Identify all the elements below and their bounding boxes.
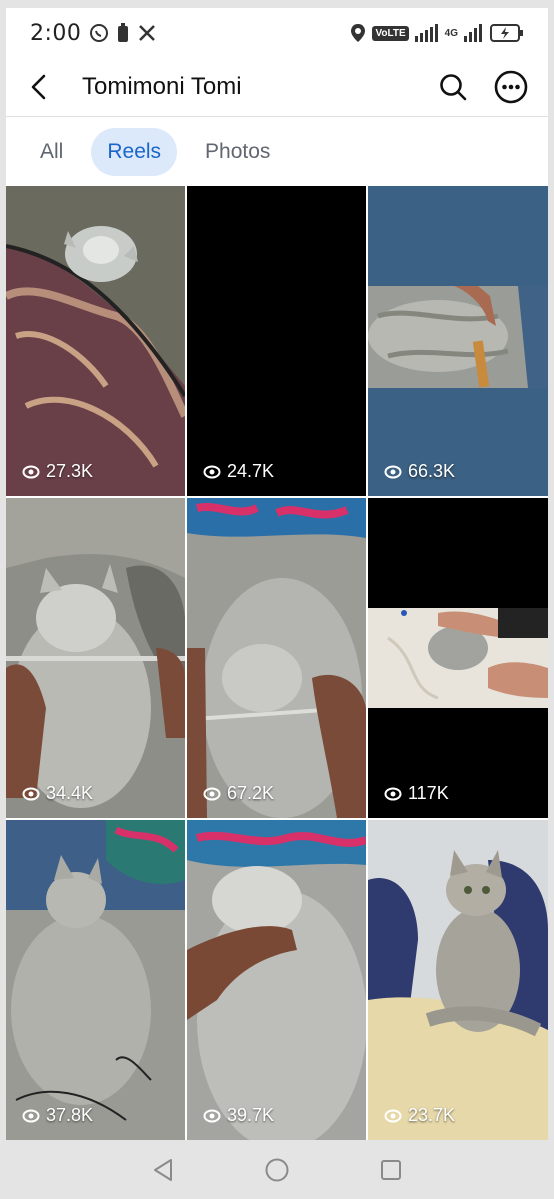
- reel-thumbnail[interactable]: 37.8K: [6, 820, 185, 1140]
- search-button[interactable]: [424, 58, 482, 116]
- reel-thumbnail[interactable]: 24.7K: [187, 186, 366, 496]
- reel-thumbnail[interactable]: 67.2K: [187, 498, 366, 818]
- view-count-label: 67.2K: [227, 783, 275, 803]
- view-count: 37.8K: [22, 1105, 93, 1126]
- view-count-label: 117K: [408, 783, 449, 803]
- whatsapp-icon: [89, 23, 109, 43]
- reel-thumbnail[interactable]: 39.7K: [187, 820, 366, 1140]
- battery-charging-icon: [490, 24, 524, 42]
- volte-badge: VoLTE: [372, 25, 409, 41]
- view-count: 39.7K: [203, 1105, 274, 1126]
- eye-icon: [22, 465, 40, 478]
- tab-all[interactable]: All: [24, 128, 79, 176]
- location-icon: [350, 23, 366, 43]
- nav-back-button[interactable]: [143, 1150, 183, 1190]
- view-count-label: 24.7K: [227, 461, 275, 481]
- view-count: 66.3K: [384, 461, 455, 482]
- reels-grid: 27.3K 24.7K 66.3K 34.4K 67.2K 117K 37.8K…: [6, 186, 548, 1140]
- view-count-label: 27.3K: [46, 461, 94, 481]
- nav-recents-icon: [381, 1159, 401, 1180]
- view-count: 24.7K: [203, 461, 274, 482]
- network-type: 4G: [444, 27, 458, 39]
- reel-image: [368, 498, 548, 818]
- eye-icon: [384, 1109, 402, 1122]
- reel-image: [368, 820, 548, 1140]
- reel-image: [368, 186, 548, 496]
- reel-image: [6, 498, 185, 818]
- reel-image: [187, 498, 366, 818]
- view-count-label: 37.8K: [46, 1105, 94, 1125]
- eye-icon: [203, 465, 221, 478]
- nav-recents-button[interactable]: [371, 1150, 411, 1190]
- eye-icon: [203, 1109, 221, 1122]
- system-nav-bar: [6, 1140, 548, 1199]
- signal-icon: [464, 24, 484, 42]
- tab-photos[interactable]: Photos: [189, 128, 286, 176]
- reel-thumbnail[interactable]: 27.3K: [6, 186, 185, 496]
- view-count: 23.7K: [384, 1105, 455, 1126]
- tab-reels[interactable]: Reels: [91, 127, 178, 176]
- signal-icon: [414, 24, 439, 42]
- reel-thumbnail[interactable]: 117K: [368, 498, 548, 818]
- view-count-label: 23.7K: [408, 1105, 456, 1125]
- view-count: 34.4K: [22, 783, 93, 804]
- eye-icon: [384, 787, 402, 800]
- page-title: Tomimoni Tomi: [82, 73, 242, 100]
- more-options-icon: [494, 70, 528, 104]
- eye-icon: [22, 787, 40, 800]
- nav-home-button[interactable]: [257, 1150, 297, 1190]
- status-time: 2:00: [30, 20, 82, 46]
- view-count-label: 66.3K: [408, 461, 456, 481]
- reel-thumbnail[interactable]: 34.4K: [6, 498, 185, 818]
- view-count-label: 39.7K: [227, 1105, 275, 1125]
- view-count: 27.3K: [22, 461, 93, 482]
- nav-home-icon: [265, 1158, 289, 1181]
- screen: 2:00 VoLTE 4G Tomimoni Tomi All Reels Ph…: [0, 0, 554, 1199]
- filter-tabs: All Reels Photos: [6, 117, 548, 186]
- reel-image: [6, 820, 185, 1140]
- eye-icon: [22, 1109, 40, 1122]
- more-options-button[interactable]: [482, 58, 540, 116]
- eye-icon: [384, 465, 402, 478]
- reel-image: [6, 186, 185, 496]
- back-button[interactable]: [6, 58, 72, 116]
- reel-thumbnail[interactable]: 66.3K: [368, 186, 548, 496]
- app-header: Tomimoni Tomi: [6, 58, 548, 116]
- reel-thumbnail[interactable]: 23.7K: [368, 820, 548, 1140]
- battery-saver-icon: [117, 23, 129, 43]
- view-count: 67.2K: [203, 783, 274, 804]
- eye-icon: [203, 787, 221, 800]
- search-icon: [440, 74, 467, 101]
- view-count: 117K: [384, 783, 449, 804]
- nav-back-icon: [154, 1158, 172, 1181]
- reel-image: [187, 820, 366, 1140]
- reel-image: [187, 186, 366, 496]
- x-app-icon: [137, 23, 157, 43]
- back-arrow-icon: [31, 74, 46, 100]
- view-count-label: 34.4K: [46, 783, 94, 803]
- status-bar: 2:00 VoLTE 4G: [6, 8, 548, 58]
